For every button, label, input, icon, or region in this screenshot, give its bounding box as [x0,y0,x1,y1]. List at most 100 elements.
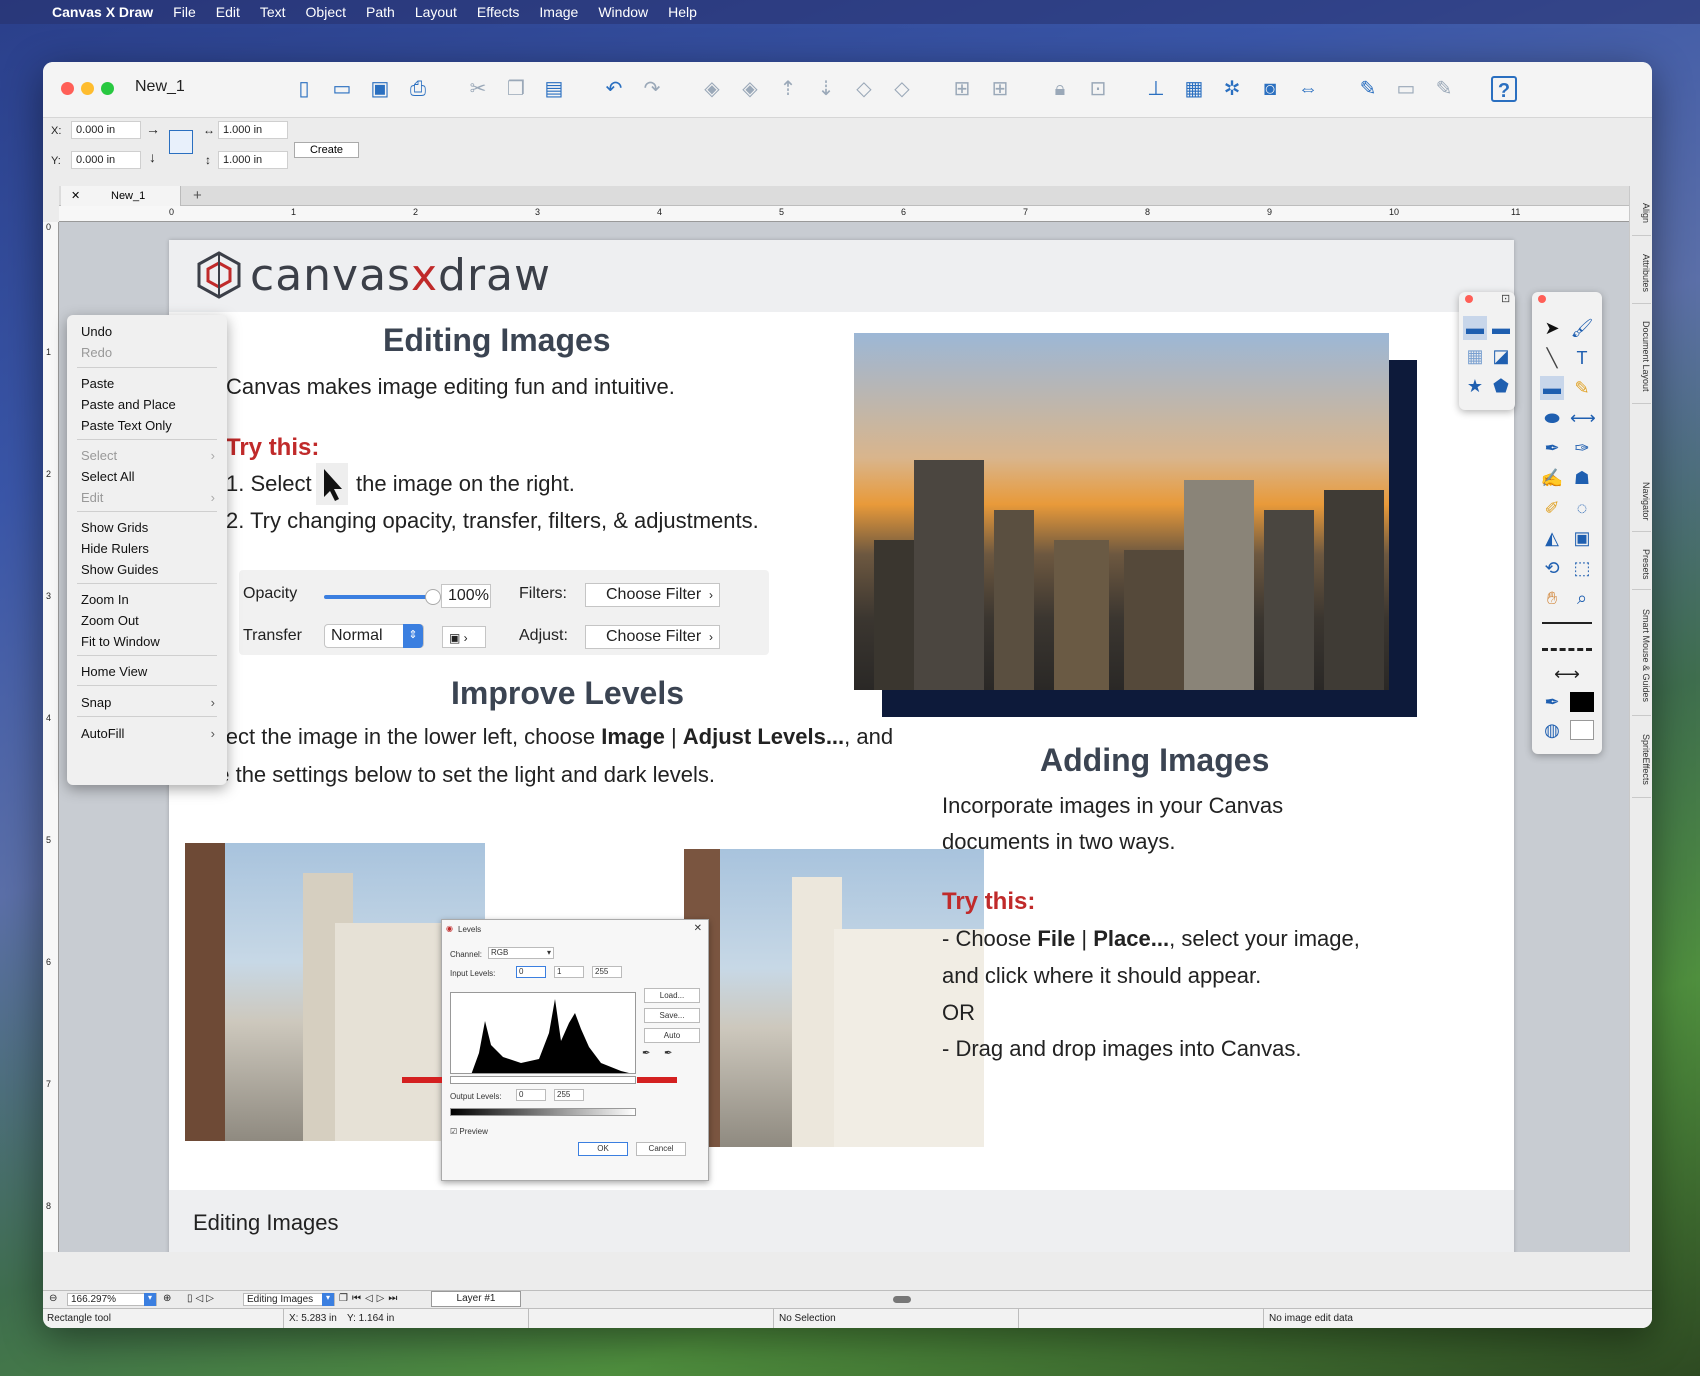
zoom-in-icon[interactable]: ⊕ [163,1293,171,1304]
create-button[interactable]: Create [294,142,359,158]
selection-arrow-icon[interactable]: ➤ [1540,316,1564,340]
group-icon[interactable]: ⊞ [949,76,975,102]
star-shape-icon[interactable]: ★ [1463,374,1487,398]
lock-icon[interactable]: 🔒︎ [1047,76,1073,102]
menu-text[interactable]: Text [260,4,286,20]
menu-window[interactable]: Window [598,4,648,20]
presentation-icon[interactable]: ▭ [1393,76,1419,102]
ctx-redo[interactable]: Redo [81,345,112,360]
zoom-tool-icon[interactable]: ⌕ [1570,586,1594,610]
layer-nav-icons[interactable]: ❐⏮◁▷⏭ [339,1293,401,1304]
city-skyline-image[interactable] [854,333,1389,690]
pencil-tool-icon[interactable]: ✎ [1570,376,1594,400]
dash-style-swatch[interactable] [1542,648,1592,651]
grid-shape-icon[interactable]: ▦ [1463,344,1487,368]
arrowhead-style-icon[interactable]: ⟷ [1552,662,1582,686]
zoom-out-icon[interactable]: ⊖ [49,1293,57,1304]
cut-icon[interactable]: ✂ [465,76,491,102]
new-document-icon[interactable]: ▯ [291,76,317,102]
menu-help[interactable]: Help [668,4,697,20]
bring-to-front-icon[interactable]: ◇ [851,76,877,102]
horizontal-scroll-thumb[interactable] [893,1296,911,1303]
page-nav-icons[interactable]: ▯◁▷ [187,1293,217,1304]
ctx-paste[interactable]: Paste [81,376,114,391]
preview-checkbox[interactable]: ☑ Preview [450,1127,488,1136]
transfer-options-button[interactable]: ▣ › [442,626,486,648]
rounded-rect-icon[interactable]: ▬ [1489,316,1513,340]
width-field[interactable]: 1.000 in [218,121,288,139]
auto-button[interactable]: Auto [644,1028,700,1043]
marquee-tool-icon[interactable]: ⬚ [1570,556,1594,580]
choose-adjust-button[interactable]: Choose Filter › [585,625,720,649]
tab-sprite-effects[interactable]: SpriteEffects [1632,722,1651,798]
undo-icon[interactable]: ↶ [601,76,627,102]
help-icon[interactable]: ? [1491,76,1517,102]
ctx-snap[interactable]: Snap [81,695,111,710]
x-position-field[interactable]: 0.000 in [71,121,141,139]
canvas-area[interactable]: canvasxdraw Editing Images Canvas makes … [59,222,1629,1252]
ctx-select-all[interactable]: Select All [81,469,134,484]
annotate-icon[interactable]: ✎ [1431,76,1457,102]
ctx-edit[interactable]: Edit [81,490,103,505]
fill-color-swatch[interactable] [1570,720,1594,740]
tab-presets[interactable]: Presets [1632,540,1651,590]
layers-icon[interactable]: ◈ [699,76,725,102]
close-window-button[interactable] [61,82,74,95]
ctx-show-guides[interactable]: Show Guides [81,562,158,577]
page-select[interactable]: Editing Images ▾ [243,1293,335,1306]
menu-layout[interactable]: Layout [415,4,457,20]
copy-icon[interactable]: ❐ [503,76,529,102]
fill-tool-icon[interactable]: ◭ [1540,526,1564,550]
eyedropper-icon[interactable]: ✒ [642,1048,650,1059]
horizontal-ruler[interactable]: 0 1 2 3 4 5 6 7 8 9 10 11 [59,206,1629,222]
line-tool-icon[interactable]: ╲ [1540,346,1564,370]
show-rulers-icon[interactable]: ⊥ [1143,76,1169,102]
cancel-button[interactable]: Cancel [636,1142,686,1156]
ctx-paste-and-place[interactable]: Paste and Place [81,397,176,412]
screen-capture-icon[interactable]: ◙ [1257,76,1283,102]
text-tool-icon[interactable]: T [1570,346,1594,370]
send-to-back-icon[interactable]: ◇ [889,76,915,102]
ctx-zoom-out[interactable]: Zoom Out [81,613,139,628]
cube-shape-icon[interactable]: ◪ [1489,344,1513,368]
save-icon[interactable]: ▣ [367,76,393,102]
fit-width-icon[interactable]: ⇔ [1295,76,1321,102]
image-tool-icon[interactable]: ▣ [1570,526,1594,550]
ok-button[interactable]: OK [578,1142,628,1156]
open-folder-icon[interactable]: ▭ [329,76,355,102]
tab-attributes[interactable]: Attributes [1632,244,1651,304]
pen-tool-icon[interactable]: ✒ [1540,436,1564,460]
ghost-tool-icon[interactable]: ☗ [1570,466,1594,490]
layers-stack-icon[interactable]: ◈ [737,76,763,102]
opacity-slider[interactable] [324,595,432,599]
opacity-value-field[interactable]: 100% [441,584,491,608]
brush-icon[interactable]: 🖌︎ [1570,316,1594,340]
menu-object[interactable]: Object [306,4,346,20]
menu-file[interactable]: File [173,4,196,20]
close-palette-button[interactable] [1538,295,1546,303]
ctx-undo[interactable]: Undo [81,324,112,339]
tab-smart-mouse-guides[interactable]: Smart Mouse & Guides [1632,596,1651,716]
smart-mouse-icon[interactable]: ✲ [1219,76,1245,102]
input-black-field[interactable]: 0 [516,966,546,978]
ctx-select[interactable]: Select [81,448,117,463]
input-levels-slider[interactable] [450,1076,636,1084]
close-palette-button[interactable] [1465,295,1473,303]
redo-icon[interactable]: ↷ [639,76,665,102]
add-tab-icon[interactable]: + [193,187,202,204]
ungroup-icon[interactable]: ⊞ [987,76,1013,102]
channel-select[interactable]: RGB ▾ [488,947,554,959]
output-black-field[interactable]: 0 [516,1089,546,1101]
tab-navigator[interactable]: Navigator [1632,472,1651,532]
zoom-level-field[interactable]: 166.297% ▾ [67,1293,157,1306]
tab-document-layout[interactable]: Document Layout [1632,310,1651,404]
ctx-zoom-in[interactable]: Zoom In [81,592,129,607]
ctx-fit-to-window[interactable]: Fit to Window [81,634,160,649]
edit-object-icon[interactable]: ✎ [1355,76,1381,102]
document-page[interactable]: canvasxdraw Editing Images Canvas makes … [169,240,1514,1252]
send-backward-icon[interactable]: ⇣ [813,76,839,102]
oval-tool-icon[interactable]: ⬬ [1540,406,1564,430]
menu-edit[interactable]: Edit [216,4,240,20]
pentagon-shape-icon[interactable]: ⬟ [1489,374,1513,398]
reference-point-icon[interactable] [169,130,193,154]
